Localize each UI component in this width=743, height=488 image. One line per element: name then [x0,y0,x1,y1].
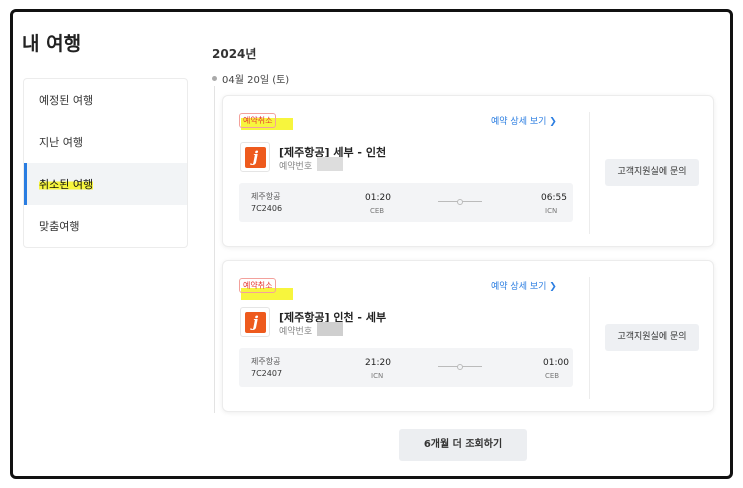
trip-date: 04월 20일 (토) [222,75,290,86]
flight-summary: 제주항공 7C2406 01:20 CEB 06:55 ICN [239,183,573,222]
status-badge: 예약취소 [239,113,277,128]
timeline-line [214,86,215,413]
sidebar-item-upcoming[interactable]: 예정된 여행 [24,79,187,121]
sidebar-item-label: 취소된 여행 [39,176,94,192]
sidebar-nav: 예정된 여행 지난 여행 취소된 여행 맞춤여행 [23,78,188,248]
trip-card: 예약취소 예약 상세 보기 ❯ j [제주항공] 세부 - 인천 예약번호 제주… [222,95,714,247]
depart-time: 21:20 [365,358,391,368]
airline-logo: j [240,307,270,337]
flight-airline: 제주항공 [251,192,281,201]
arrive-time: 06:55 [541,193,567,203]
flight-code: 7C2407 [251,369,283,378]
sidebar-item-past[interactable]: 지난 여행 [24,121,187,163]
booking-number-redacted [317,322,343,336]
flight-route-line [438,199,482,205]
sidebar-item-label: 예정된 여행 [39,94,94,107]
depart-airport: CEB [370,207,385,215]
booking-number-label: 예약번호 [279,327,313,337]
jeju-air-logo-icon: j [245,312,266,333]
sidebar-item-label: 지난 여행 [39,136,83,149]
status-badge: 예약취소 [239,278,277,293]
flight-code: 7C2406 [251,204,283,213]
booking-detail-link[interactable]: 예약 상세 보기 ❯ [491,279,557,292]
load-more-6-months-button[interactable]: 6개월 더 조회하기 [399,429,527,461]
depart-time: 01:20 [365,193,391,203]
sidebar-item-cancelled[interactable]: 취소된 여행 [24,163,187,205]
card-divider [589,277,590,399]
contact-support-button[interactable]: 고객지원실에 문의 [605,324,699,351]
trip-card: 예약취소 예약 상세 보기 ❯ j [제주항공] 인천 - 세부 예약번호 제주… [222,260,714,412]
card-divider [589,112,590,234]
jeju-air-logo-icon: j [245,147,266,168]
sidebar-item-label: 맞춤여행 [39,220,80,233]
airline-logo: j [240,142,270,172]
depart-airport: ICN [371,372,384,380]
booking-number-label: 예약번호 [279,162,313,172]
arrive-time: 01:00 [543,358,569,368]
contact-support-button[interactable]: 고객지원실에 문의 [605,159,699,186]
app-frame: 내 여행 예정된 여행 지난 여행 취소된 여행 맞춤여행 2024년 04월 … [10,9,733,479]
flight-summary: 제주항공 7C2407 21:20 ICN 01:00 CEB [239,348,573,387]
arrive-airport: ICN [545,207,558,215]
flight-route-line [438,364,482,370]
sidebar-item-custom[interactable]: 맞춤여행 [24,205,187,247]
timeline-dot [212,76,217,81]
booking-number-redacted [317,157,343,171]
arrive-airport: CEB [545,372,560,380]
page-title: 내 여행 [22,33,82,55]
booking-detail-link[interactable]: 예약 상세 보기 ❯ [491,114,557,127]
flight-airline: 제주항공 [251,357,281,366]
year-heading: 2024년 [212,47,257,61]
